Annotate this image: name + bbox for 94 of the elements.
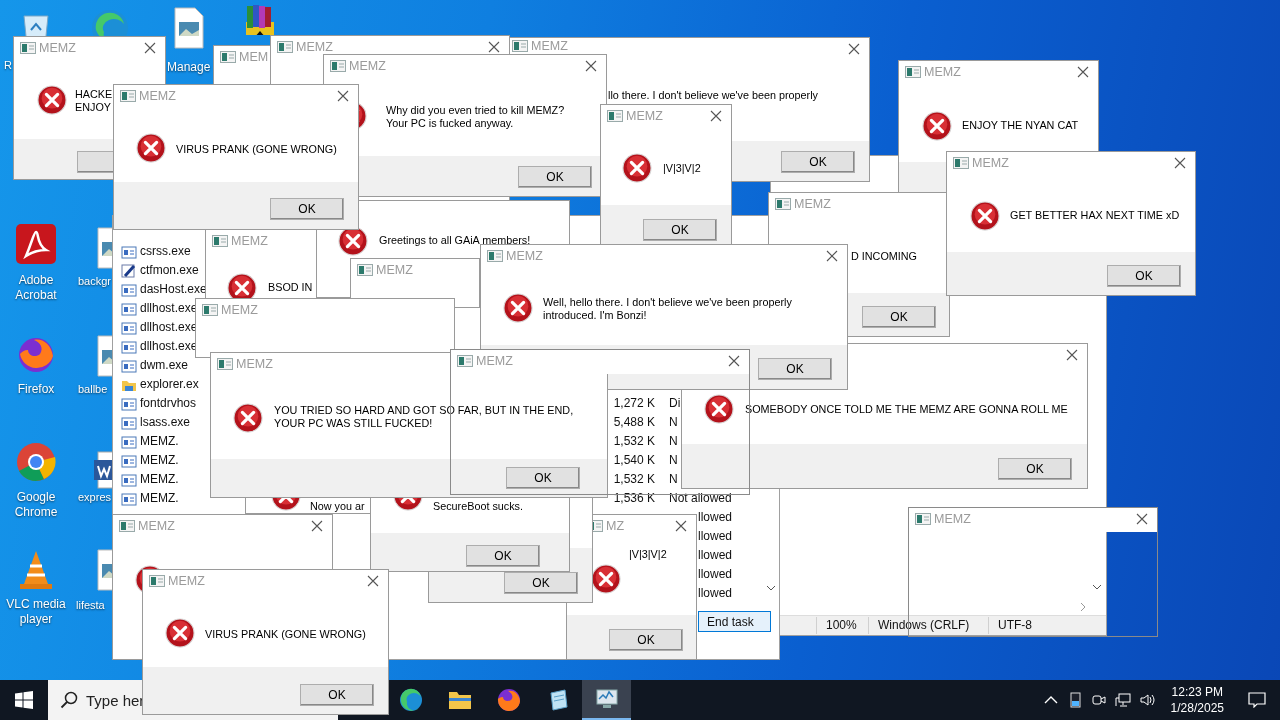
window-title: MEMZ — [231, 233, 268, 249]
process-name[interactable]: dllhost.exe — [140, 339, 198, 354]
clock-date[interactable]: 1/28/2025 — [1170, 700, 1224, 716]
message-text: SecureBoot sucks. — [433, 500, 524, 513]
message-text: |V|3|V|2 — [629, 548, 667, 561]
window-title: MEMZ — [236, 356, 273, 372]
ok-button[interactable]: OK — [506, 467, 580, 489]
status-cell: llowed — [698, 586, 733, 601]
icon-label: Firefox — [16, 382, 56, 397]
status-cell: N — [669, 415, 678, 430]
process-name[interactable]: ctfmon.exe — [140, 263, 199, 278]
window-title: MEMZ — [531, 38, 568, 54]
icon-label: lifesta — [76, 598, 106, 613]
ok-button[interactable]: OK — [609, 629, 683, 651]
message-text: Greetings to all GAiA members! — [379, 234, 531, 247]
status-cell: N — [669, 434, 678, 449]
status-cell: UTF-8 — [988, 617, 1106, 634]
ok-button[interactable]: OK — [504, 572, 578, 594]
process-name[interactable]: dllhost.exe — [140, 301, 198, 316]
window-title: MEMZ — [924, 64, 961, 80]
window-title: MEMZ — [168, 573, 205, 589]
process-name[interactable]: dwm.exe — [140, 358, 189, 373]
end-task-button[interactable]: End task — [698, 611, 771, 632]
process-name[interactable]: csrss.exe — [140, 244, 191, 259]
icon-label: ballbe — [78, 382, 109, 397]
message-text: |V|3|V|2 — [663, 162, 701, 175]
window-title: MEMZ — [138, 518, 175, 534]
status-cell: Di — [669, 396, 681, 411]
window-title: MEMZ — [972, 155, 1009, 171]
process-name[interactable]: fontdrvhos — [140, 396, 197, 411]
ok-button[interactable]: OK — [518, 166, 592, 188]
status-cell: N — [669, 453, 678, 468]
icon-label: expres — [78, 490, 112, 505]
icon-label: backgr — [78, 274, 112, 289]
ok-button[interactable]: OK — [643, 219, 717, 241]
ok-button[interactable]: OK — [466, 545, 540, 567]
icon-label: VLC media player — [5, 597, 67, 627]
window-title: MEMZ — [349, 58, 386, 74]
window-title: MEMZ — [794, 196, 831, 212]
ok-button[interactable]: OK — [998, 458, 1072, 480]
window-title: MEM — [239, 49, 269, 65]
process-name[interactable]: dllhost.exe — [140, 320, 198, 335]
memory-cell-text: 1,532 K — [612, 472, 655, 487]
message-text: Why did you even tried to kill MEMZ? Your PC is fucked anyway. — [386, 104, 565, 130]
message-text: VIRUS PRANK (GONE WRONG) — [205, 628, 366, 641]
ok-button[interactable]: OK — [1107, 265, 1181, 287]
message-text: BSOD IN — [268, 281, 313, 294]
process-name[interactable]: explorer.ex — [140, 377, 199, 392]
message-text: Well, hello there. I don't believe we've been properly introduced. I'm Bonzi! — [543, 296, 792, 322]
memory-cell-text: 1,540 K — [612, 453, 655, 468]
window-title: MEMZ — [296, 39, 333, 55]
message-text: GET BETTER HAX NEXT TIME xD — [1010, 209, 1180, 222]
memory-cell-text: 1,532 K — [612, 434, 655, 449]
memory-cell-text: 1,272 K — [612, 396, 655, 411]
message-text: SOMEBODY ONCE TOLD ME THE MEMZ ARE GONNA ROLL ME — [745, 403, 1068, 416]
window-title: MEMZ — [506, 248, 543, 264]
status-cell: Windows (CRLF) — [868, 617, 988, 634]
ok-button[interactable]: OK — [781, 151, 855, 173]
window-title: MEMZ — [376, 262, 413, 278]
process-name[interactable]: dasHost.exe — [140, 282, 207, 297]
icon-label: R — [4, 58, 13, 73]
icon-label: Adobe Acrobat — [14, 273, 58, 303]
memory-cell-text: 5,488 K — [612, 415, 655, 430]
window-title: MEMZ — [39, 40, 76, 56]
window-title: MEMZ — [221, 302, 258, 318]
process-name[interactable]: MEMZ. — [140, 472, 179, 487]
message-text: ENJOY THE NYAN CAT — [962, 119, 1079, 132]
window-title: MEMZ — [626, 108, 663, 124]
process-name[interactable]: lsass.exe — [140, 415, 191, 430]
window-title: MZ — [606, 518, 625, 534]
status-cell: 100% — [816, 617, 868, 634]
message-text: HACKE ENJOY — [75, 88, 113, 114]
status-cell: llowed — [698, 567, 733, 582]
message-text: VIRUS PRANK (GONE WRONG) — [176, 143, 337, 156]
ok-button[interactable]: OK — [270, 198, 344, 220]
process-name[interactable]: MEMZ. — [140, 434, 179, 449]
ok-button[interactable]: OK — [758, 358, 832, 380]
window-title: MEMZ — [934, 511, 971, 527]
ok-button[interactable]: OK — [300, 684, 374, 706]
ok-button[interactable]: OK — [862, 306, 936, 328]
window-title: MEMZ — [139, 88, 176, 104]
process-name[interactable]: MEMZ. — [140, 453, 179, 468]
status-cell: llowed — [698, 510, 733, 525]
message-text: Now you ar — [310, 500, 365, 513]
status-cell: llowed — [698, 548, 733, 563]
status-cell: llowed — [698, 529, 733, 544]
process-name[interactable]: MEMZ. — [140, 491, 179, 506]
message-text: llo there. I don't believe we've been properly — [608, 89, 818, 102]
window-title: MEMZ — [476, 353, 513, 369]
message-text: D INCOMING — [851, 250, 917, 263]
status-cell: N — [669, 472, 678, 487]
clock-time[interactable]: 12:23 PM — [1171, 684, 1223, 700]
icon-label: Google Chrome — [13, 490, 59, 520]
icon-label: Manage — [167, 60, 212, 75]
